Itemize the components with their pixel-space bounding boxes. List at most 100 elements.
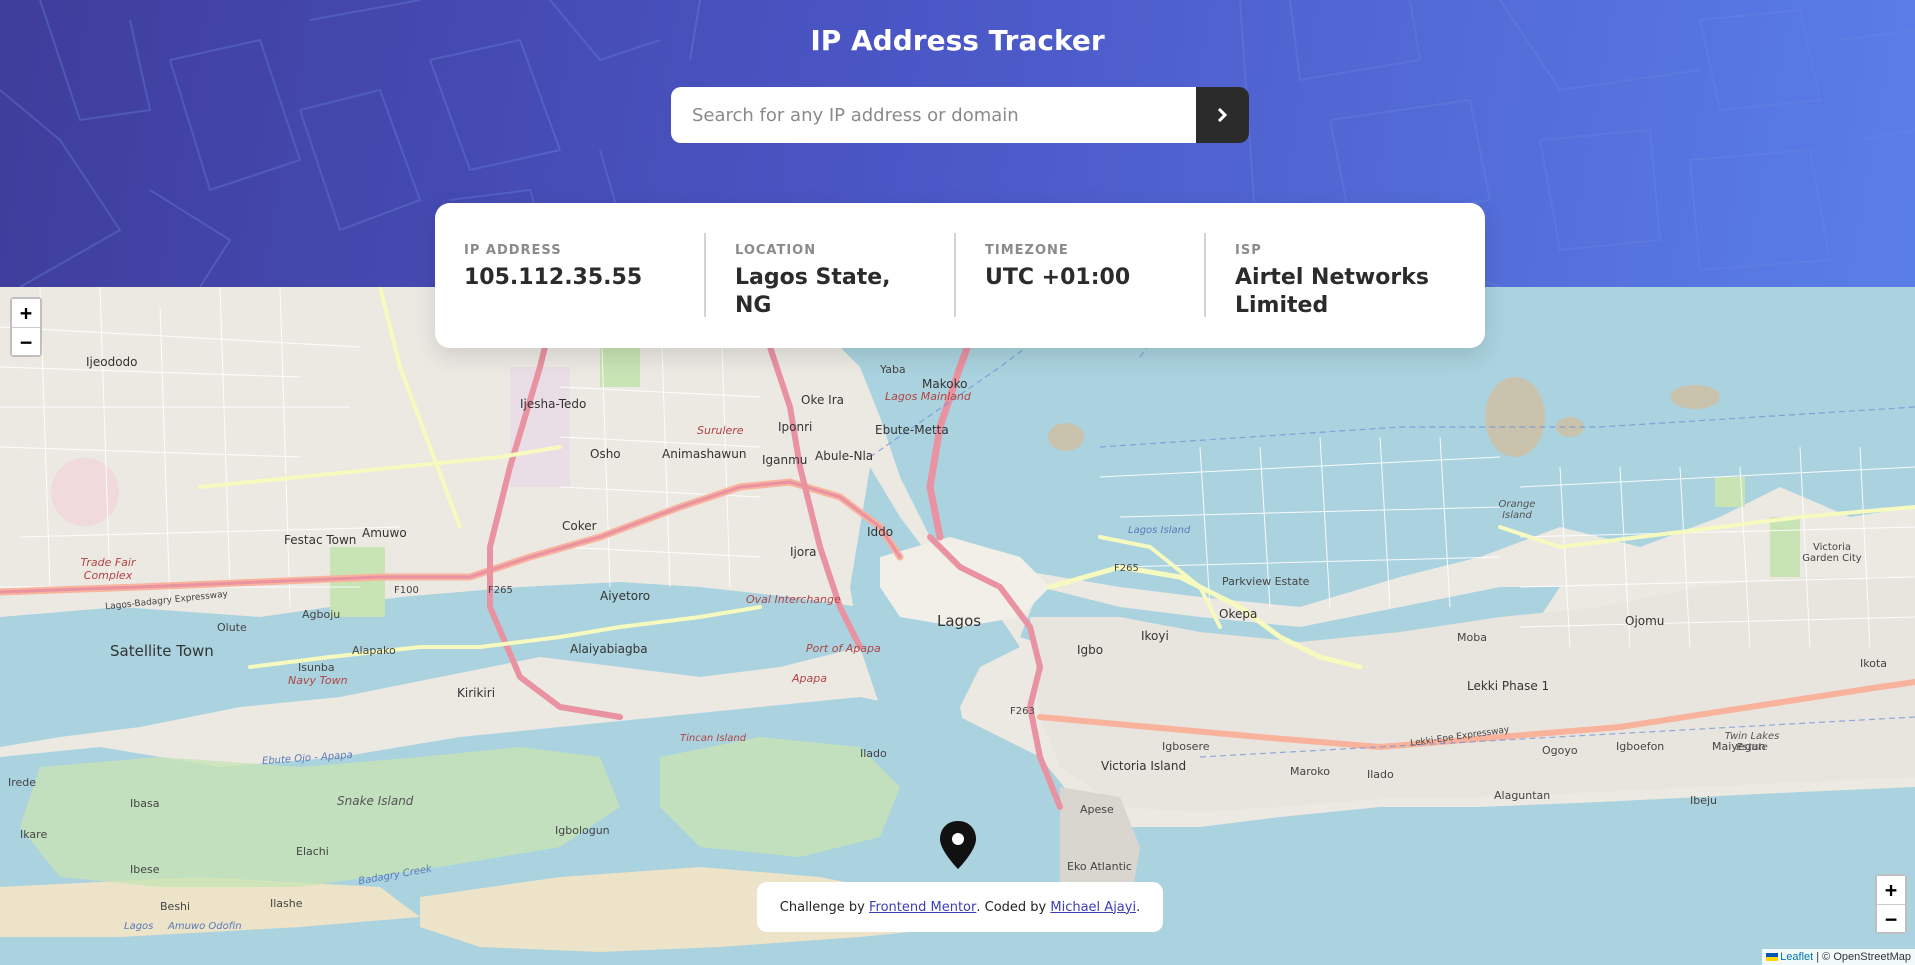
- map-label: Tincan Island: [680, 733, 747, 744]
- footer-text: Challenge by: [779, 899, 869, 915]
- map-label: Victoria Island: [1101, 759, 1187, 773]
- map-attribution: Leaflet | © OpenStreetMap: [1762, 949, 1915, 965]
- map-label: Isunba: [298, 661, 335, 674]
- zoom-out-button[interactable]: −: [1877, 904, 1905, 932]
- map-label: F265: [1114, 563, 1139, 574]
- map-label: Oval Interchange: [746, 593, 841, 606]
- zoom-control-top: + −: [10, 297, 42, 357]
- map-label: Lagos: [937, 612, 982, 630]
- map-label: Festac Town: [284, 533, 357, 547]
- author-link[interactable]: Michael Ajayi: [1050, 900, 1136, 915]
- frontend-mentor-link[interactable]: Frontend Mentor: [869, 900, 976, 915]
- map-label: Apapa: [792, 672, 827, 685]
- map-label: Osho: [590, 447, 621, 461]
- map-label: Alaiyabiagba: [570, 642, 648, 656]
- footer-attribution: Challenge by Frontend Mentor . Coded by …: [757, 882, 1163, 932]
- search-input[interactable]: [671, 87, 1196, 143]
- map-label: Ogoyo: [1542, 744, 1578, 757]
- map-label: Agboju: [302, 608, 341, 621]
- zoom-in-button[interactable]: +: [1877, 876, 1905, 904]
- info-value: Lagos State, NG: [735, 265, 891, 318]
- map-label: Ijeododo: [86, 355, 138, 369]
- zoom-control-bottom: + −: [1875, 874, 1907, 934]
- map-label: Satellite Town: [110, 642, 214, 660]
- map-label: Navy Town: [288, 674, 348, 687]
- map-label: F265: [488, 585, 513, 596]
- map-label: Yaba: [880, 363, 906, 376]
- map-label: Moba: [1457, 631, 1487, 644]
- info-value: Airtel Networks Limited: [1235, 265, 1429, 318]
- info-timezone: TIMEZONE UTC +01:00: [954, 233, 1204, 317]
- ukraine-flag-icon: [1766, 953, 1779, 962]
- map-view[interactable]: Lagos Ijeododo Ijesha-Tedo Oke Ira Yaba …: [0, 287, 1915, 965]
- info-label: TIMEZONE: [985, 243, 1069, 258]
- map-label: Lagos Island: [1128, 525, 1191, 536]
- info-ip-address: IP ADDRESS 105.112.35.55: [435, 233, 704, 348]
- map-label: Snake Island: [337, 794, 414, 808]
- map-label: Amuwo: [362, 526, 407, 540]
- map-label: Port of Apapa: [806, 642, 881, 655]
- map-label: Okepa: [1219, 607, 1258, 621]
- openstreetmap-link[interactable]: OpenStreetMap: [1833, 951, 1911, 963]
- map-label: Kirikiri: [457, 686, 496, 700]
- map-label: Igbologun: [555, 824, 610, 837]
- map-label: Ijora: [790, 545, 817, 559]
- map-label: Orange Island: [1498, 499, 1536, 521]
- search-submit-button[interactable]: [1196, 87, 1249, 143]
- map-label: Ibasa: [130, 797, 160, 810]
- map-label: Aiyetoro: [600, 589, 651, 603]
- map-label: Ibeju: [1690, 794, 1718, 807]
- map-label: Alapako: [352, 644, 396, 657]
- map-label: Parkview Estate: [1222, 575, 1310, 588]
- map-label: F100: [394, 585, 419, 596]
- map-label: Iganmu: [762, 453, 808, 467]
- map-label: Abule-Nla: [815, 449, 874, 463]
- map-label: Alaguntan: [1494, 789, 1551, 802]
- zoom-out-button[interactable]: −: [12, 327, 40, 355]
- info-value: UTC +01:00: [985, 265, 1131, 290]
- map-label: Coker: [562, 519, 597, 533]
- map-label: F263: [1010, 706, 1035, 717]
- zoom-in-button[interactable]: +: [12, 299, 40, 327]
- map-label: Ikoyi: [1141, 629, 1169, 643]
- page-title: IP Address Tracker: [810, 24, 1105, 57]
- map-label: Olute: [217, 621, 247, 634]
- map-label: Beshi: [160, 900, 191, 913]
- map-label: Irede: [8, 776, 37, 789]
- footer-text: . Coded by: [976, 899, 1051, 915]
- map-label: Lagos: [124, 921, 154, 932]
- map-label: Lagos Mainland: [885, 390, 971, 403]
- map-label: Ojomu: [1625, 614, 1665, 628]
- info-value: 105.112.35.55: [464, 265, 643, 290]
- info-label: IP ADDRESS: [464, 243, 562, 258]
- map-label: Ebute-Metta: [875, 423, 949, 437]
- map-label: Oke Ira: [801, 393, 844, 407]
- map-label: Lekki Phase 1: [1467, 679, 1550, 693]
- map-label: Makoko: [922, 377, 968, 391]
- info-location: LOCATION Lagos State, NG: [704, 233, 954, 318]
- location-pin-icon[interactable]: [937, 819, 979, 871]
- map-label: Iponri: [778, 420, 813, 434]
- map-label: Ilado: [1367, 768, 1394, 781]
- map-label: Ikota: [1860, 657, 1888, 670]
- map-label: Ikare: [20, 828, 48, 841]
- footer-text: .: [1136, 899, 1141, 915]
- map-label: Ibese: [130, 863, 160, 876]
- map-label: Igbo: [1077, 643, 1104, 657]
- search-bar: [671, 87, 1249, 143]
- leaflet-link[interactable]: Leaflet: [1780, 951, 1813, 963]
- info-label: LOCATION: [735, 243, 817, 258]
- map-label: Igboefon: [1616, 740, 1665, 753]
- map-label: Surulere: [697, 424, 744, 437]
- ip-info-panel: IP ADDRESS 105.112.35.55 LOCATION Lagos …: [435, 203, 1485, 348]
- map-label: Elachi: [296, 845, 329, 858]
- info-label: ISP: [1235, 243, 1262, 258]
- map-label: Twin Lakes Estate: [1724, 731, 1780, 753]
- map-label: Maroko: [1290, 765, 1330, 778]
- map-label: Iddo: [867, 525, 894, 539]
- map-label: Trade Fair Complex: [80, 556, 136, 582]
- map-label: Victoria Garden City: [1802, 542, 1862, 564]
- chevron-right-icon: [1217, 108, 1228, 122]
- map-label: Ilado: [860, 747, 887, 760]
- map-label: Apese: [1080, 803, 1114, 816]
